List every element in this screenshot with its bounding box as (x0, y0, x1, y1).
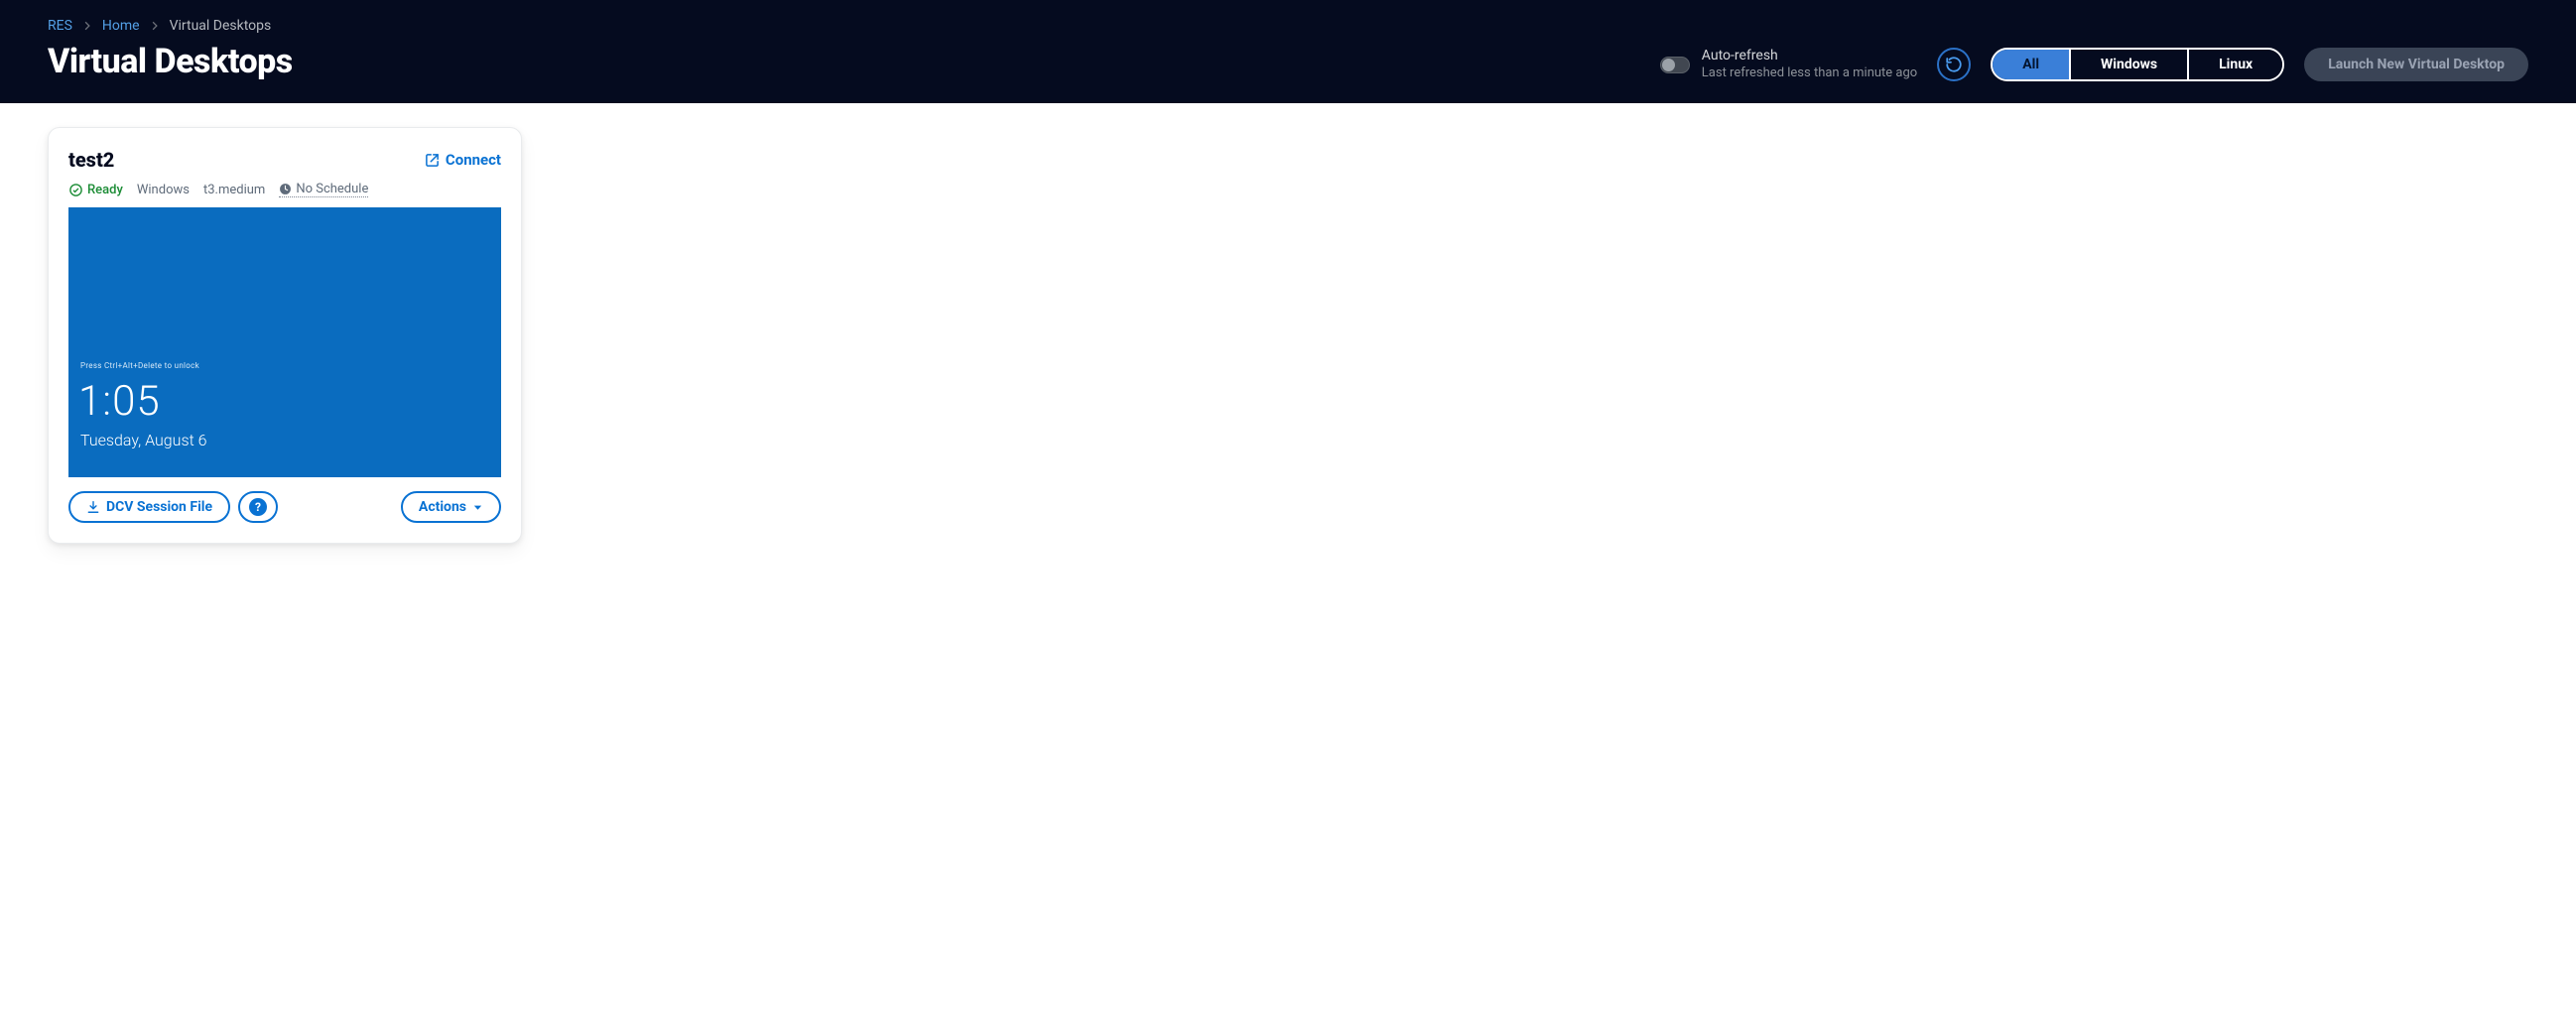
card-header: test2 Connect (68, 148, 501, 172)
top-bar: RES Home Virtual Desktops Virtual Deskto… (0, 0, 2576, 103)
chevron-right-icon (82, 21, 92, 31)
launch-new-desktop-button[interactable]: Launch New Virtual Desktop (2304, 48, 2528, 81)
filter-windows[interactable]: Windows (2069, 50, 2187, 79)
clock-icon (279, 183, 292, 195)
top-bar-right: Auto-refresh Last refreshed less than a … (1660, 48, 2528, 81)
schedule-info[interactable]: No Schedule (279, 182, 368, 197)
auto-refresh-label: Auto-refresh (1702, 48, 1917, 65)
instance-type: t3.medium (203, 183, 265, 197)
card-meta: Ready Windows t3.medium No Schedule (68, 182, 501, 197)
auto-refresh-block: Auto-refresh Last refreshed less than a … (1660, 48, 1917, 81)
actions-button[interactable]: Actions (401, 491, 501, 523)
auto-refresh-text: Auto-refresh Last refreshed less than a … (1702, 48, 1917, 81)
help-button[interactable]: ? (238, 491, 278, 523)
content-area: test2 Connect Ready Windows (0, 103, 2576, 568)
caret-down-icon (472, 502, 483, 513)
breadcrumb-home[interactable]: Home (102, 18, 140, 34)
card-actions: DCV Session File ? Actions (68, 491, 501, 523)
connect-button[interactable]: Connect (425, 151, 501, 169)
dcv-label: DCV Session File (106, 499, 212, 515)
breadcrumb: RES Home Virtual Desktops (48, 18, 293, 34)
auto-refresh-toggle[interactable] (1660, 57, 1690, 73)
download-dcv-button[interactable]: DCV Session File (68, 491, 230, 523)
breadcrumb-root[interactable]: RES (48, 18, 72, 34)
thumbnail-time: 1:05 (78, 377, 161, 426)
desktop-name: test2 (68, 148, 114, 172)
desktop-card: test2 Connect Ready Windows (48, 127, 522, 544)
question-icon: ? (249, 498, 267, 516)
auto-refresh-status: Last refreshed less than a minute ago (1702, 65, 1917, 81)
filter-all[interactable]: All (1993, 50, 2069, 79)
schedule-text: No Schedule (296, 182, 368, 196)
breadcrumb-current: Virtual Desktops (170, 18, 272, 34)
status-text: Ready (87, 183, 123, 197)
thumbnail-date: Tuesday, August 6 (80, 431, 206, 449)
actions-label: Actions (419, 499, 466, 515)
refresh-icon (1945, 56, 1963, 73)
os-label: Windows (137, 183, 190, 197)
desktop-thumbnail[interactable]: Press Ctrl+Alt+Delete to unlock 1:05 Tue… (68, 207, 501, 477)
refresh-button[interactable] (1937, 48, 1971, 81)
chevron-right-icon (150, 21, 160, 31)
top-bar-left: RES Home Virtual Desktops Virtual Deskto… (48, 18, 293, 81)
check-circle-icon (68, 183, 83, 197)
external-link-icon (425, 153, 440, 168)
os-filter: All Windows Linux (1991, 48, 2284, 81)
filter-linux[interactable]: Linux (2187, 50, 2282, 79)
status-badge: Ready (68, 183, 123, 197)
download-icon (86, 500, 100, 514)
thumbnail-unlock-hint: Press Ctrl+Alt+Delete to unlock (80, 361, 199, 370)
page-title: Virtual Desktops (48, 42, 293, 81)
connect-label: Connect (446, 151, 501, 169)
